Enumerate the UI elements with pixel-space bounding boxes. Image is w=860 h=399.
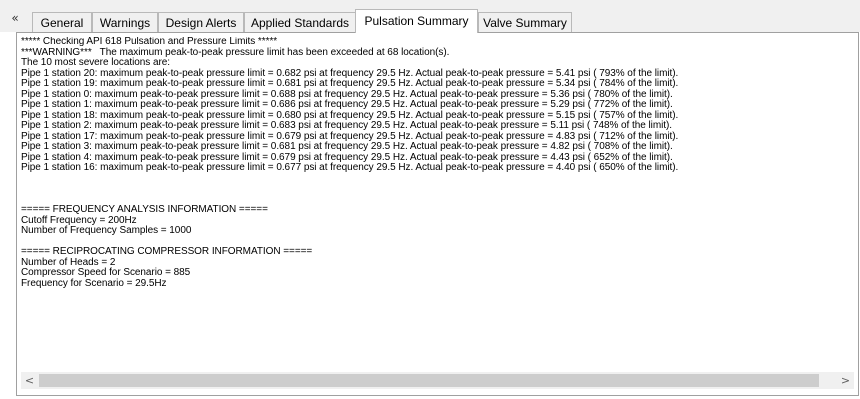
tab-applied-standards[interactable]: Applied Standards [244, 12, 356, 32]
tab-warnings[interactable]: Warnings [92, 12, 158, 32]
report-line: ***** Checking API 618 Pulsation and Pre… [21, 37, 278, 47]
tab-design-alerts[interactable]: Design Alerts [158, 12, 244, 32]
tab-valve-summary[interactable]: Valve Summary [478, 12, 572, 32]
report-line: Compressor Speed for Scenario = 885 [21, 267, 191, 278]
report-line: Pipe 1 station 1: maximum peak-to-peak p… [21, 99, 673, 110]
scroll-right-icon[interactable]: > [837, 372, 854, 389]
report-line: Frequency for Scenario = 29.5Hz [21, 277, 167, 289]
tab-general[interactable]: General [32, 12, 92, 32]
report-text-area[interactable]: ***** Checking API 618 Pulsation and Pre… [21, 37, 854, 367]
tab-pulsation-summary[interactable]: Pulsation Summary [355, 9, 478, 33]
collapse-panel-icon[interactable]: « [8, 11, 22, 25]
report-line [21, 174, 854, 185]
report-line: Pipe 1 station 19: maximum peak-to-peak … [21, 78, 679, 89]
report-line: Pipe 1 station 3: maximum peak-to-peak p… [21, 141, 673, 152]
report-line [21, 184, 854, 195]
report-line: Pipe 1 station 2: maximum peak-to-peak p… [21, 120, 673, 131]
horizontal-scrollbar[interactable]: < > [21, 372, 854, 389]
report-line: ===== RECIPROCATING COMPRESSOR INFORMATI… [21, 246, 313, 257]
tab-strip: « General Warnings Design Alerts Applied… [0, 0, 860, 33]
pulsation-summary-panel: ***** Checking API 618 Pulsation and Pre… [16, 32, 859, 396]
report-line: The 10 most severe locations are: [21, 57, 170, 68]
scrollbar-thumb[interactable] [39, 374, 819, 387]
report-line: ===== FREQUENCY ANALYSIS INFORMATION ===… [21, 204, 268, 215]
report-line: Number of Frequency Samples = 1000 [21, 225, 192, 236]
scroll-left-icon[interactable]: < [21, 372, 38, 389]
report-line: Pipe 1 station 16: maximum peak-to-peak … [21, 162, 679, 173]
